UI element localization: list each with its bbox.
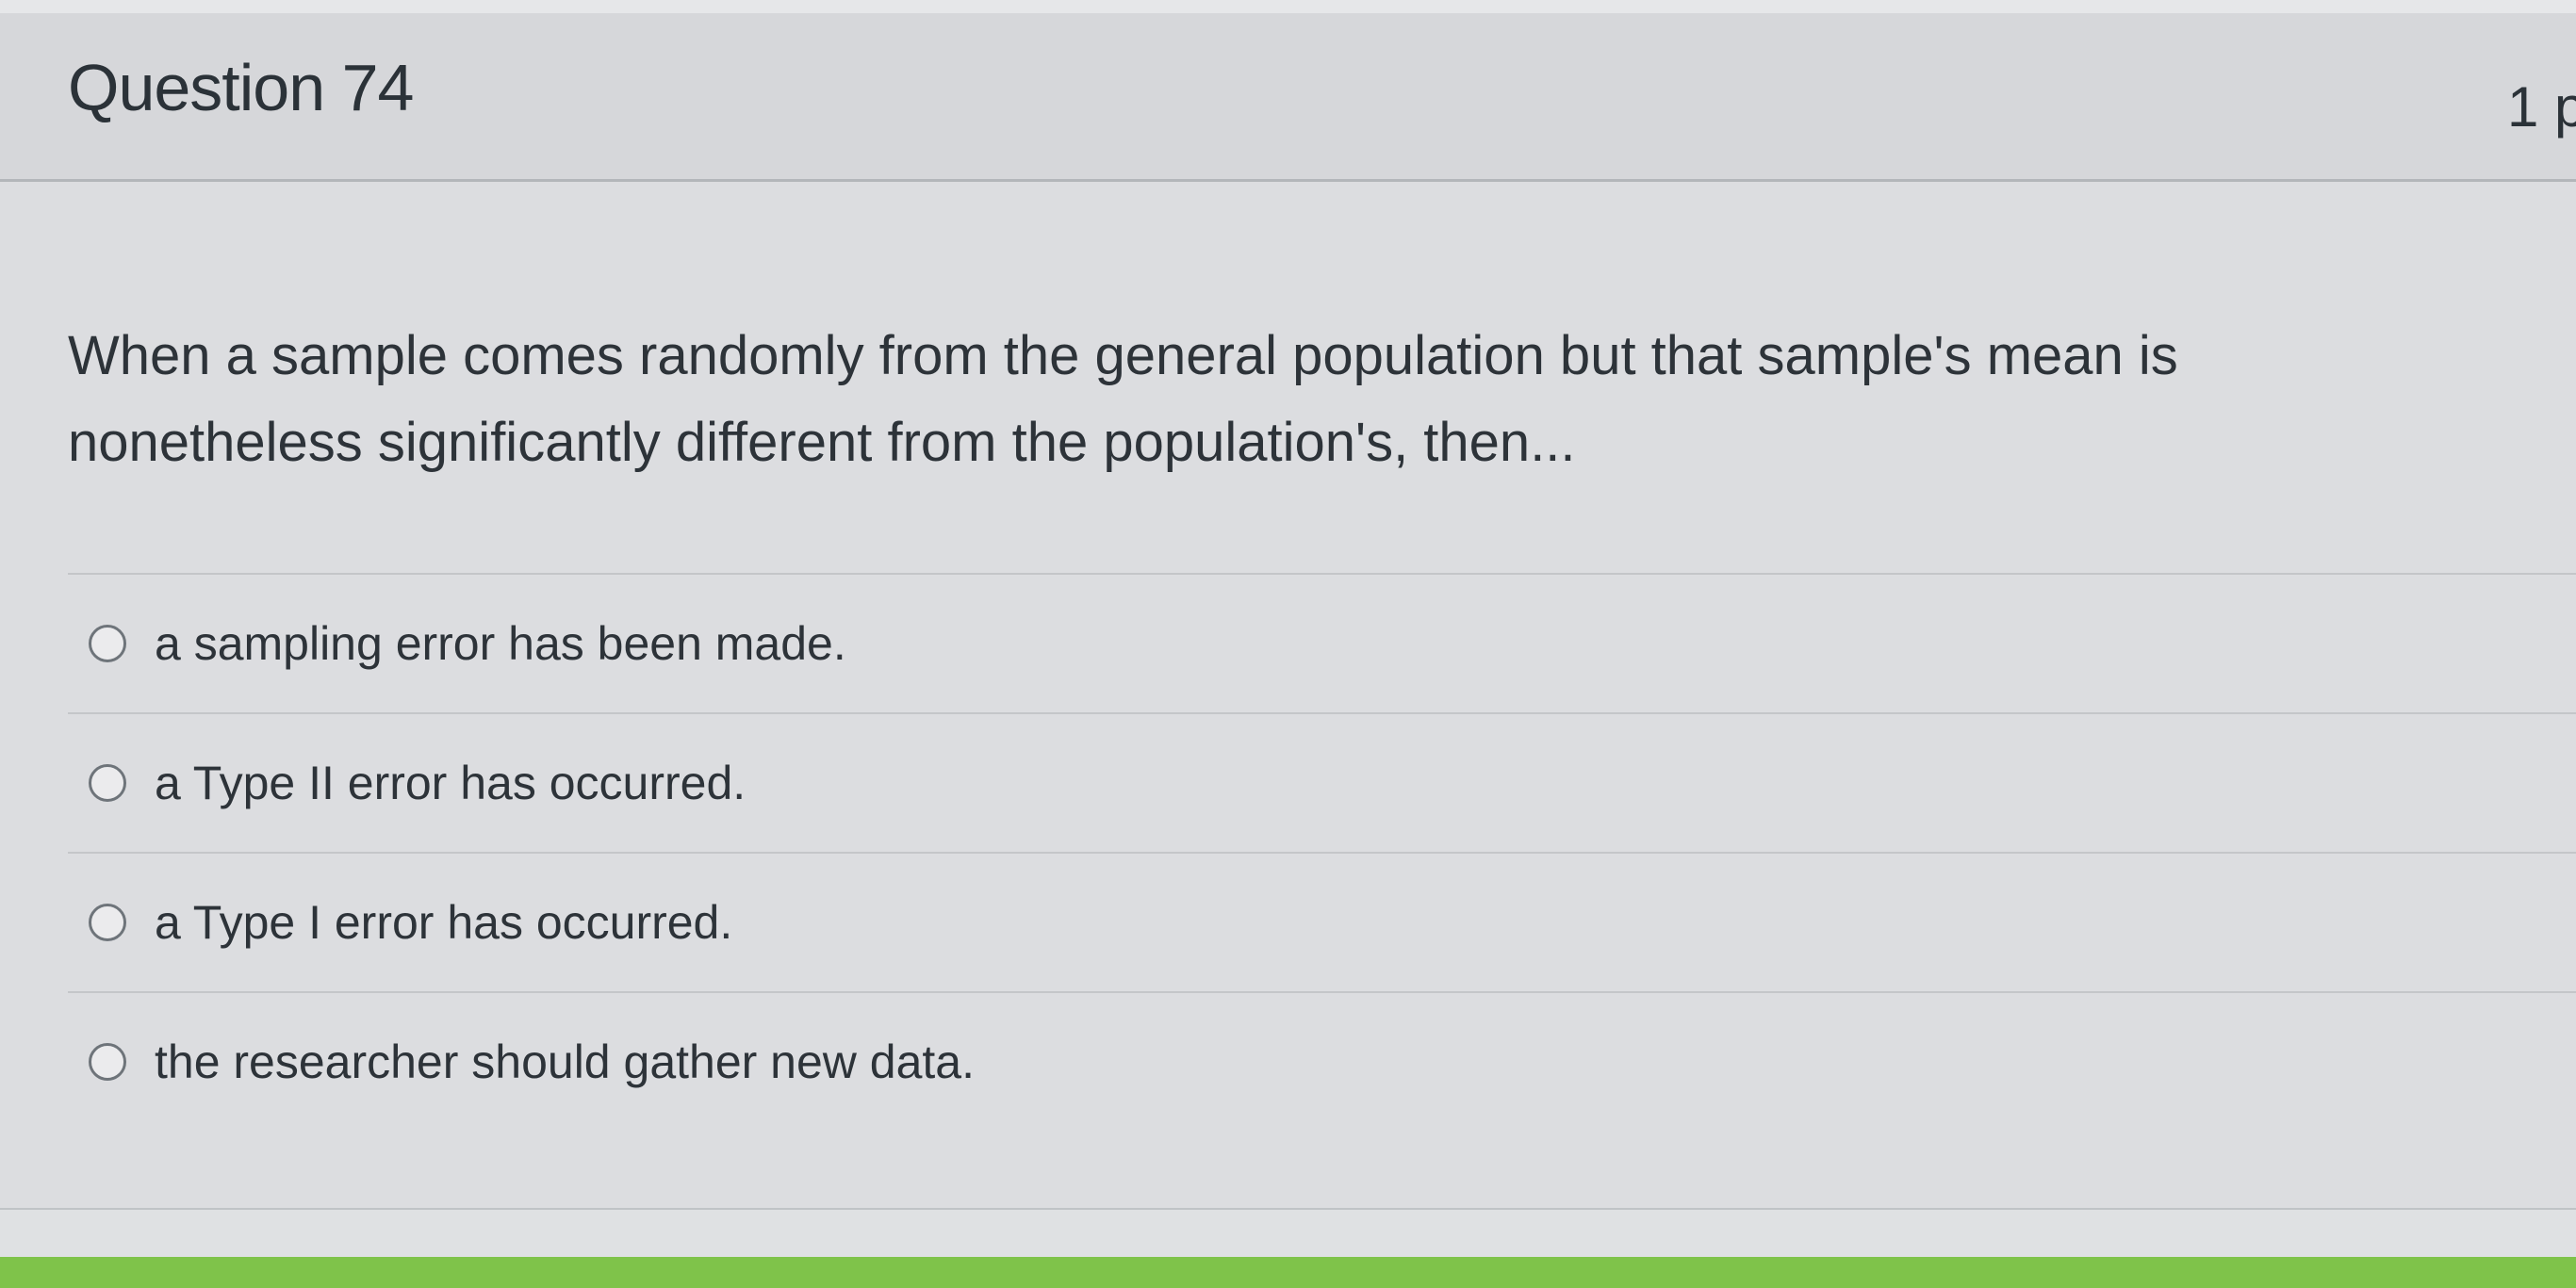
answer-option[interactable]: a Type II error has occurred. (68, 712, 2576, 852)
radio-button[interactable] (89, 764, 126, 802)
answer-label[interactable]: the researcher should gather new data. (155, 1038, 975, 1085)
accent-bar (0, 1257, 2576, 1288)
answer-label[interactable]: a Type I error has occurred. (155, 899, 732, 946)
question-card: Question 74 1 p When a sample comes rand… (0, 13, 2576, 1208)
question-points: 1 p (2507, 75, 2576, 139)
answer-option[interactable]: a sampling error has been made. (68, 573, 2576, 712)
answer-option[interactable]: a Type I error has occurred. (68, 852, 2576, 991)
answer-label[interactable]: a Type II error has occurred. (155, 759, 746, 807)
card-footer (0, 1208, 2576, 1259)
question-title: Question 74 (68, 51, 414, 124)
answer-option[interactable]: the researcher should gather new data. (68, 991, 2576, 1131)
answer-label[interactable]: a sampling error has been made. (155, 620, 846, 667)
question-text: When a sample comes randomly from the ge… (68, 325, 2178, 473)
answer-list: a sampling error has been made. a Type I… (68, 573, 2576, 1131)
radio-button[interactable] (89, 625, 126, 662)
radio-button[interactable] (89, 904, 126, 941)
question-header: Question 74 1 p (0, 13, 2576, 182)
radio-button[interactable] (89, 1043, 126, 1081)
